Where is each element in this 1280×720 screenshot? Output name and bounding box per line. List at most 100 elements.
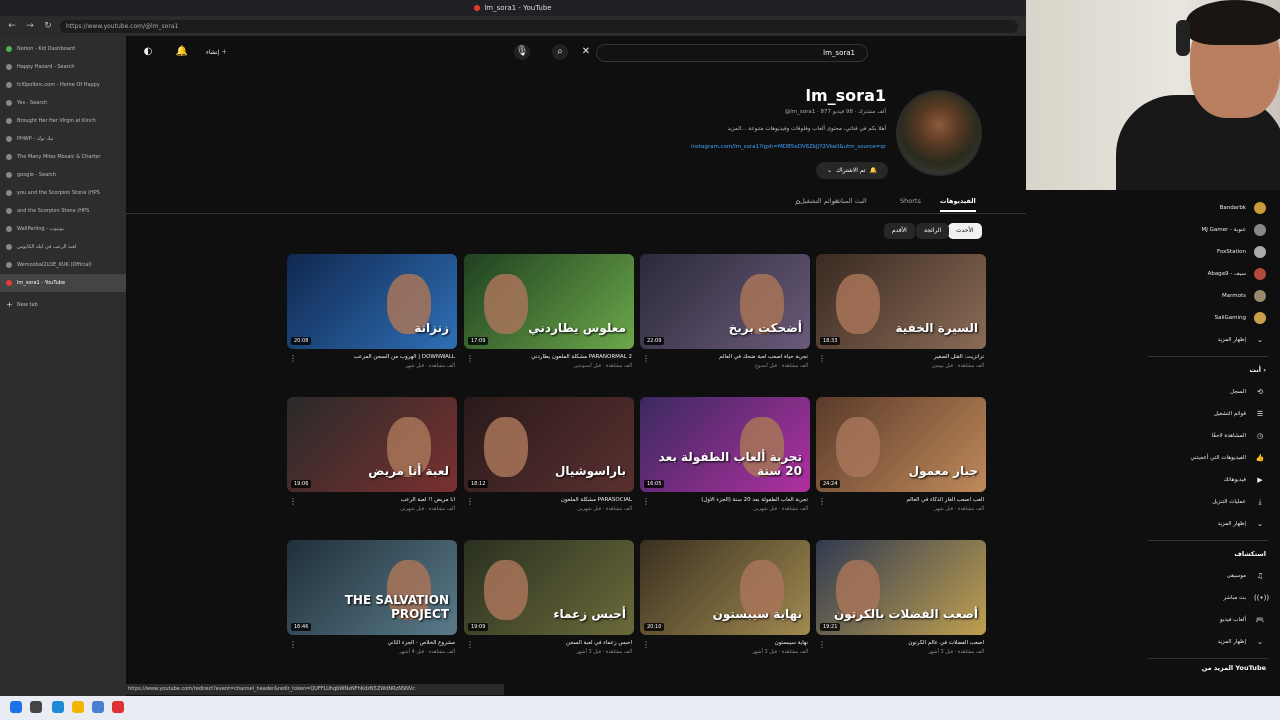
show-more-button[interactable]: إظهار المزيد ⌄	[1144, 330, 1272, 350]
more-options-icon[interactable]: ⋮	[289, 640, 297, 649]
browser-tab[interactable]: PHWP - تيك توك	[0, 130, 126, 148]
subscription-item[interactable]: SaliGaming	[1144, 308, 1272, 328]
video-card[interactable]: زنزانة 20:08 الهروب من السجن المرعب | DOWN…	[287, 254, 457, 369]
video-title[interactable]: الهروب من السجن المرعب | DOWNWALL	[287, 354, 457, 360]
video-title[interactable]: نهاية سيبستون	[640, 640, 810, 646]
sort-chip[interactable]: الأحدث	[948, 223, 982, 239]
subscription-item[interactable]: FoxStation	[1144, 242, 1272, 262]
video-card[interactable]: THE SALVATION PROJECT 16:46 مشروع الخلاص -…	[287, 540, 457, 655]
edge-icon[interactable]	[52, 701, 64, 713]
video-thumbnail[interactable]: جبار معمول 24:24	[816, 397, 986, 492]
address-bar[interactable]: https://www.youtube.com/@lm_sora1	[60, 19, 1018, 33]
sort-chip[interactable]: الأقدم	[884, 223, 915, 239]
sidebar-item-live[interactable]: بث مباشر ((•))	[1144, 588, 1272, 608]
browser-tab[interactable]: lm_sora1 - YouTube	[0, 274, 126, 292]
video-title[interactable]: أنا مريض !! لعبة الرعب	[287, 497, 457, 503]
video-card[interactable]: أضحكت بريخ 22:09 تجربة حياة أصعب لعبة ضحك …	[640, 254, 810, 369]
browser-tab[interactable]: + New tab	[0, 296, 126, 314]
more-options-icon[interactable]: ⋮	[818, 354, 826, 363]
show-more-button[interactable]: إظهار المزيد ⌄	[1144, 632, 1272, 652]
show-more-button[interactable]: إظهار المزيد ⌄	[1144, 514, 1272, 534]
more-options-icon[interactable]: ⋮	[289, 354, 297, 363]
video-title[interactable]: ترانزيت: القتل الصغير	[816, 354, 986, 360]
browser-tab[interactable]: fcl0polbnc.com - Home Of Happy	[0, 76, 126, 94]
back-icon[interactable]: ←	[6, 20, 18, 32]
channel-link[interactable]: instagram.com/lm_sora1?igsh=MDB5eDV6ZkJj…	[691, 144, 886, 150]
reload-icon[interactable]: ↻	[42, 20, 54, 32]
sidebar-item-watch-later[interactable]: المشاهدة لاحقًا ◷	[1144, 426, 1272, 446]
sidebar-item-download[interactable]: عمليات التنزيل ⤓	[1144, 492, 1272, 512]
more-options-icon[interactable]: ⋮	[466, 354, 474, 363]
tab-3[interactable]: قوائم التشغيل	[800, 197, 838, 205]
more-options-icon[interactable]: ⋮	[642, 640, 650, 649]
video-thumbnail[interactable]: نهاية سيبستون 20:10	[640, 540, 810, 635]
more-options-icon[interactable]: ⋮	[818, 497, 826, 506]
video-thumbnail[interactable]: السيرة الخفية 18:33	[816, 254, 986, 349]
video-card[interactable]: السيرة الخفية 18:33 ترانزيت: القتل الصغير أ…	[816, 254, 986, 369]
video-title[interactable]: ألعب أصعب ألغاز الذكاء في العالم	[816, 497, 986, 503]
video-title[interactable]: مشروع الخلاص - الجزء الثاني	[287, 640, 457, 646]
sidebar-item-video[interactable]: فيديوهاتك ▶	[1144, 470, 1272, 490]
account-icon[interactable]: ◐	[140, 44, 156, 60]
windows-start-icon[interactable]	[10, 701, 22, 713]
video-thumbnail[interactable]: تجربة ألعاب الطفولة بعد 20 سنة 16:05	[640, 397, 810, 492]
more-options-icon[interactable]: ⋮	[642, 354, 650, 363]
file-explorer-icon[interactable]	[72, 701, 84, 713]
more-options-icon[interactable]: ⋮	[642, 497, 650, 506]
browser-tab[interactable]: Yes - Search	[0, 94, 126, 112]
browser-tab[interactable]: Notion - Kid Dashboard	[0, 40, 126, 58]
video-card[interactable]: لعبة أنا مريض 19:06 أنا مريض !! لعبة الرعب…	[287, 397, 457, 512]
video-title[interactable]: أحبس زعماء في لعبة السجن	[464, 640, 634, 646]
search-taskbar-icon[interactable]	[30, 701, 42, 713]
browser-tab[interactable]: Brought Her Her Virgin at Kinch	[0, 112, 126, 130]
forward-icon[interactable]: →	[24, 20, 36, 32]
tab-1[interactable]: Shorts	[900, 197, 921, 205]
clear-search-icon[interactable]: ✕	[578, 44, 594, 60]
video-thumbnail[interactable]: معلوس يطاردني 17:09	[464, 254, 634, 349]
notifications-icon[interactable]: 🔔	[174, 44, 190, 60]
sidebar-item-gaming[interactable]: ألعاب فيديو 🎮	[1144, 610, 1272, 630]
sort-chip[interactable]: الرائجة	[916, 223, 950, 239]
video-thumbnail[interactable]: أحبس زعماء 19:09	[464, 540, 634, 635]
browser-tab[interactable]: you and the Scorpion Stone (HPS	[0, 184, 126, 202]
subscription-item[interactable]: MJ Gamer - عنوبة	[1144, 220, 1272, 240]
video-title[interactable]: تجربة حياة أصعب لعبة ضحك في العالم	[640, 354, 810, 360]
create-button[interactable]: إنشاء ＋	[206, 47, 227, 56]
you-header[interactable]: أنت ›	[1249, 366, 1266, 374]
more-options-icon[interactable]: ⋮	[466, 640, 474, 649]
sidebar-item-like[interactable]: الفيديوهات التي أعجبتني 👍	[1144, 448, 1272, 468]
subscription-item[interactable]: Marmots	[1144, 286, 1272, 306]
sidebar-item-music[interactable]: موسيقى ♫	[1144, 566, 1272, 586]
browser-tab[interactable]: and the Scorpion Stone (HPS	[0, 202, 126, 220]
video-thumbnail[interactable]: زنزانة 20:08	[287, 254, 457, 349]
video-card[interactable]: معلوس يطاردني 17:09 مشكلة الملعون يطاردني …	[464, 254, 634, 369]
subscription-item[interactable]: Abaga9 - سيف	[1144, 264, 1272, 284]
video-title[interactable]: تجربة ألعاب الطفولة بعد 20 سنة (الجزء ال…	[640, 497, 810, 503]
browser-tab[interactable]: google - Search	[0, 166, 126, 184]
browser-tab[interactable]: Wemoobal2LOE_KUK (Official)	[0, 256, 126, 274]
search-icon[interactable]: ⌕	[552, 44, 568, 60]
video-thumbnail[interactable]: THE SALVATION PROJECT 16:46	[287, 540, 457, 635]
browser-tab[interactable]: Happy Hazard - Search	[0, 58, 126, 76]
app-icon[interactable]	[112, 701, 124, 713]
subscribe-button[interactable]: ⌄ تم الاشتراك 🔔	[816, 162, 888, 179]
browser-tab[interactable]: WallPerling - يوتيوب	[0, 220, 126, 238]
sidebar-item-history[interactable]: السجل ⟲	[1144, 382, 1272, 402]
more-options-icon[interactable]: ⋮	[818, 640, 826, 649]
video-title[interactable]: مشكلة الملعون يطاردني PARANORMAL 2	[464, 354, 634, 360]
video-card[interactable]: أصعب الفضلات بالكرتون 19:21 أصعب الفضلات ف…	[816, 540, 986, 655]
video-title[interactable]: مشكلة الملعون PARASOCIAL	[464, 497, 634, 503]
browser-tab[interactable]: The Many Miles Mosaic & Charter	[0, 148, 126, 166]
video-thumbnail[interactable]: لعبة أنا مريض 19:06	[287, 397, 457, 492]
voice-search-icon[interactable]: 🎙	[514, 44, 530, 60]
sidebar-item-playlist[interactable]: قوائم التشغيل ☰	[1144, 404, 1272, 424]
subscription-item[interactable]: Bandarbk	[1144, 198, 1272, 218]
browser-tab[interactable]: لعبة الرعب في ليلة الكابوس	[0, 238, 126, 256]
video-thumbnail[interactable]: باراسوشيال 18:12	[464, 397, 634, 492]
search-input[interactable]: lm_sora1	[596, 44, 868, 62]
video-card[interactable]: تجربة ألعاب الطفولة بعد 20 سنة 16:05 تجربة…	[640, 397, 810, 512]
video-card[interactable]: أحبس زعماء 19:09 أحبس زعماء في لعبة السجن أ…	[464, 540, 634, 655]
video-card[interactable]: نهاية سيبستون 20:10 نهاية سيبستون ألف مشاهد…	[640, 540, 810, 655]
video-title[interactable]: أصعب الفضلات في عالم الكرتون	[816, 640, 986, 646]
video-thumbnail[interactable]: أصعب الفضلات بالكرتون 19:21	[816, 540, 986, 635]
